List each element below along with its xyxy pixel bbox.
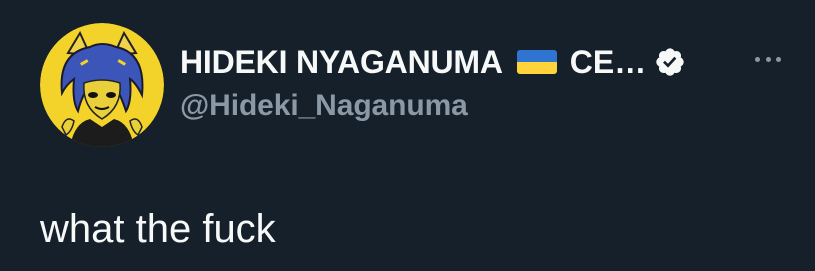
author-name-row: HIDEKI NYAGANUMA CE… — [180, 40, 686, 84]
ukraine-flag-icon — [516, 50, 557, 74]
display-name[interactable]: HIDEKI NYAGANUMA — [180, 44, 503, 81]
avatar-illustration-icon — [40, 23, 164, 147]
verified-badge-icon — [654, 46, 686, 78]
more-options-icon[interactable] — [755, 54, 781, 64]
display-name-suffix[interactable]: CE… — [570, 44, 646, 81]
author-handle[interactable]: @Hideki_Naganuma — [180, 89, 468, 123]
tweet-text: what the fuck — [40, 207, 276, 251]
tweet-card: HIDEKI NYAGANUMA CE… @Hideki_Naganuma wh… — [0, 0, 815, 271]
avatar[interactable] — [40, 23, 164, 147]
